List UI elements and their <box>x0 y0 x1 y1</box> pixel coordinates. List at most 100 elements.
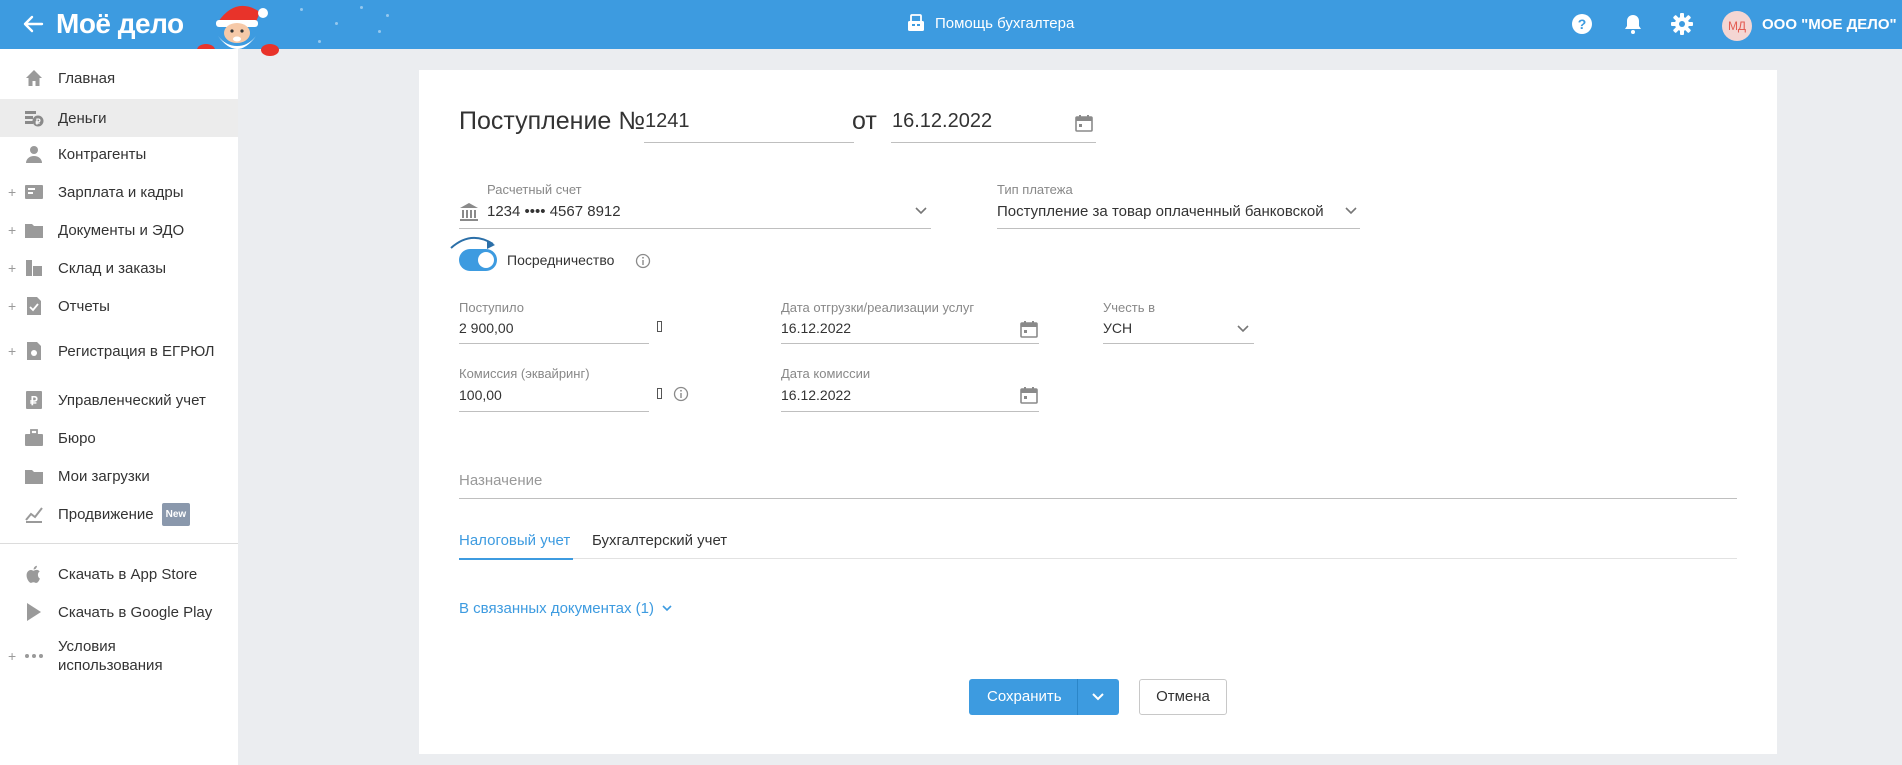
document-number-field[interactable]: 1241 <box>644 101 854 143</box>
management-icon: ₽ <box>26 391 42 409</box>
calendar-icon[interactable] <box>1020 320 1038 338</box>
shipment-date-underline <box>781 343 1039 344</box>
account-in-underline <box>1103 343 1254 344</box>
save-button[interactable]: Сохранить <box>969 679 1119 715</box>
account-in-select[interactable]: УСН <box>1103 320 1132 336</box>
chevron-down-icon[interactable] <box>914 206 928 216</box>
calendar-icon[interactable] <box>1075 114 1093 132</box>
snowflake <box>378 30 381 33</box>
bank-icon <box>460 203 478 221</box>
shipment-date-input[interactable]: 16.12.2022 <box>781 320 851 336</box>
chevron-down-icon[interactable] <box>1344 206 1358 216</box>
bell-icon[interactable] <box>1621 12 1645 36</box>
info-icon[interactable] <box>673 386 689 402</box>
tab-tax-accounting[interactable]: Налоговый учет <box>459 532 570 549</box>
sidebar-item-downloads[interactable]: Мои загрузки <box>0 461 238 491</box>
organization-name[interactable]: ООО "МОЕ ДЕЛО" <box>1762 16 1897 33</box>
document-number-value: 1241 <box>645 110 690 132</box>
sidebar-item-promotion[interactable]: Продвижение New <box>0 499 238 529</box>
snowflake <box>318 40 321 43</box>
sidebar-item-google-play[interactable]: Скачать в Google Play <box>0 597 238 627</box>
gear-icon[interactable] <box>1670 12 1694 36</box>
account-select[interactable]: 1234 •••• 4567 8912 <box>487 203 621 220</box>
help-center-link[interactable]: Помощь бухгалтера <box>906 13 1074 33</box>
linked-documents-link[interactable]: В связанных документах (1) <box>459 600 673 617</box>
payment-type-underline <box>997 228 1360 229</box>
money-icon: ₽ <box>25 111 44 127</box>
expand-plus-icon[interactable]: + <box>8 344 16 358</box>
svg-text:₽: ₽ <box>30 394 38 408</box>
sidebar-item-terms[interactable]: + Условия использования <box>0 635 238 677</box>
purpose-input[interactable]: Назначение <box>459 472 542 489</box>
document-date-value: 16.12.2022 <box>892 110 993 132</box>
sidebar-item-label: Продвижение New <box>58 502 191 526</box>
svg-text:₽: ₽ <box>35 118 40 127</box>
currency-marker-icon <box>657 321 662 332</box>
commission-input[interactable]: 100,00 <box>459 387 502 403</box>
document-date-field[interactable]: 16.12.2022 <box>891 101 1096 143</box>
expand-plus-icon[interactable]: + <box>8 223 16 237</box>
sidebar-item-money[interactable]: ₽ Деньги <box>0 99 238 137</box>
purpose-underline <box>459 498 1737 499</box>
mediation-toggle[interactable] <box>459 249 497 271</box>
top-bar: Моё дело Помощь бухгалтера ? МД ООО "МОЕ… <box>0 0 1902 56</box>
sidebar-item-documents[interactable]: + Документы и ЭДО <box>0 215 238 245</box>
register-icon <box>908 14 924 31</box>
sidebar-item-warehouse[interactable]: + Склад и заказы <box>0 253 238 283</box>
calendar-icon[interactable] <box>1020 386 1038 404</box>
back-arrow-icon[interactable] <box>20 11 46 37</box>
date-prefix: от <box>852 107 877 135</box>
promotion-label: Продвижение <box>58 505 154 523</box>
expand-plus-icon[interactable]: + <box>8 299 16 313</box>
sidebar-item-salary[interactable]: + Зарплата и кадры <box>0 177 238 207</box>
payment-type-select[interactable]: Поступление за товар оплаченный банковск… <box>997 203 1324 220</box>
sidebar-item-registration[interactable]: + Регистрация в ЕГРЮЛ <box>0 331 238 371</box>
commission-label: Комиссия (эквайринг) <box>459 366 590 381</box>
new-badge: New <box>161 502 191 526</box>
mediation-label: Посредничество <box>507 252 615 268</box>
sidebar-item-label: Отчеты <box>58 297 110 315</box>
save-button-divider <box>1077 679 1078 715</box>
sidebar-item-bureau[interactable]: Бюро <box>0 423 238 453</box>
tab-bookkeeping[interactable]: Бухгалтерский учет <box>592 532 727 549</box>
sidebar-item-app-store[interactable]: Скачать в App Store <box>0 559 238 589</box>
logo[interactable]: Моё дело <box>56 8 184 40</box>
sidebar-item-reports[interactable]: + Отчеты <box>0 291 238 321</box>
google-play-icon <box>27 603 41 621</box>
account-underline <box>459 228 931 229</box>
account-label: Расчетный счет <box>487 182 582 197</box>
active-tab-indicator <box>459 558 573 560</box>
form-card: Поступление № 1241 от 16.12.2022 Расчетн… <box>419 70 1777 754</box>
chevron-down-icon[interactable] <box>1236 324 1250 334</box>
commission-date-label: Дата комиссии <box>781 366 871 381</box>
sidebar: Главная ₽ Деньги Контрагенты + Зарплата … <box>0 49 238 765</box>
help-icon[interactable]: ? <box>1570 12 1594 36</box>
help-center-label: Помощь бухгалтера <box>935 14 1075 32</box>
commission-date-input[interactable]: 16.12.2022 <box>781 387 851 403</box>
cancel-button[interactable]: Отмена <box>1139 679 1227 715</box>
received-input[interactable]: 2 900,00 <box>459 320 514 336</box>
documents-icon <box>25 224 43 238</box>
sidebar-item-label: Главная <box>58 69 116 87</box>
snowflake <box>300 8 303 11</box>
sidebar-item-label: Деньги <box>58 109 107 127</box>
save-options-chevron-icon[interactable] <box>1083 687 1113 707</box>
payment-type-label: Тип платежа <box>997 182 1073 197</box>
sidebar-item-contractors[interactable]: Контрагенты <box>0 139 238 169</box>
sidebar-item-management[interactable]: ₽ Управленческий учет <box>0 385 238 415</box>
svg-text:?: ? <box>1578 16 1587 32</box>
save-button-label: Сохранить <box>987 688 1062 705</box>
avatar[interactable]: МД <box>1722 11 1752 41</box>
expand-plus-icon[interactable]: + <box>8 185 16 199</box>
received-underline <box>459 343 649 344</box>
sidebar-item-home[interactable]: Главная <box>0 63 238 93</box>
linked-documents-label: В связанных документах (1) <box>459 600 654 617</box>
info-icon[interactable] <box>635 253 651 269</box>
commission-date-underline <box>781 411 1039 412</box>
warehouse-icon <box>26 260 42 276</box>
chevron-down-icon <box>662 605 672 612</box>
currency-marker-icon <box>657 388 662 399</box>
expand-plus-icon[interactable]: + <box>8 261 16 275</box>
expand-plus-icon[interactable]: + <box>8 649 16 663</box>
bureau-icon <box>25 429 43 446</box>
